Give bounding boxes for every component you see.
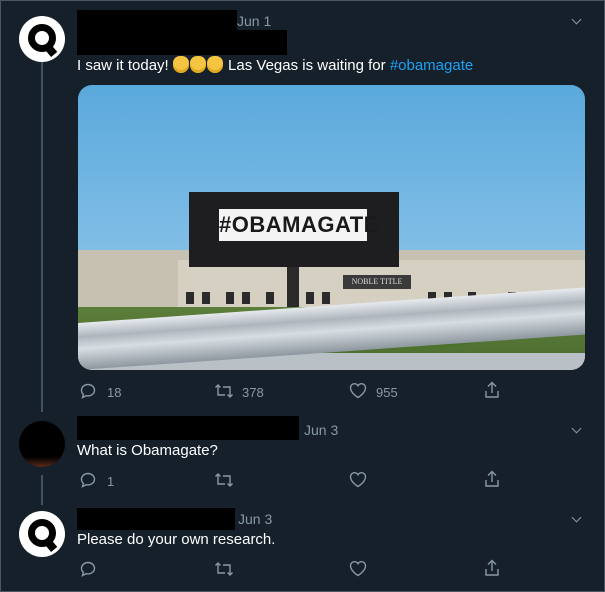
- heart-icon[interactable]: [349, 560, 367, 577]
- avatar[interactable]: [19, 421, 65, 467]
- reply-icon[interactable]: [80, 561, 96, 577]
- share-icon[interactable]: [484, 381, 500, 399]
- heart-icon[interactable]: [349, 382, 367, 399]
- billboard-text: #OBAMAGATE: [219, 209, 378, 241]
- building-sign: NOBLE TITLE: [343, 275, 411, 289]
- tweet-date[interactable]: Jun 3: [238, 511, 272, 527]
- share-icon[interactable]: [484, 470, 500, 488]
- heart-icon[interactable]: [349, 471, 367, 488]
- tweet-text: I saw it today! Las Vegas is waiting for…: [77, 56, 473, 74]
- redacted-handle: [77, 30, 287, 55]
- reply-icon[interactable]: [80, 383, 96, 399]
- tweet-text-part: I saw it today!: [77, 57, 173, 74]
- tweet-text: What is Obamagate?: [77, 442, 218, 459]
- redacted-name: [77, 10, 237, 32]
- tweet-date[interactable]: Jun 1: [237, 13, 271, 29]
- reply-count: 1: [107, 474, 115, 489]
- redacted-name: [77, 416, 299, 440]
- clap-emoji-icon: [172, 56, 189, 73]
- thread-connector: [41, 475, 43, 505]
- clap-emoji-icon: [189, 56, 206, 73]
- tweet-image[interactable]: NOBLE TITLE #OBAMAGATE: [78, 85, 585, 370]
- thread-connector: [41, 62, 43, 412]
- billboard: #OBAMAGATE: [189, 192, 399, 267]
- avatar[interactable]: [19, 511, 65, 557]
- retweet-icon[interactable]: [214, 560, 234, 578]
- retweet-count: 378: [242, 385, 264, 400]
- reply-count: 18: [107, 385, 122, 400]
- retweet-icon[interactable]: [214, 471, 234, 489]
- tweet-text: Please do your own research.: [77, 531, 276, 548]
- clap-emoji-icon: [206, 56, 223, 73]
- tweet-text-part: Las Vegas is waiting for: [223, 57, 390, 74]
- avatar[interactable]: [19, 16, 65, 62]
- redacted-name: [77, 508, 235, 530]
- hashtag-link[interactable]: #obamagate: [390, 57, 473, 74]
- reply-icon[interactable]: [80, 472, 96, 488]
- tweet-date[interactable]: Jun 3: [304, 422, 338, 438]
- retweet-icon[interactable]: [214, 382, 234, 400]
- like-count: 955: [376, 385, 398, 400]
- share-icon[interactable]: [484, 559, 500, 577]
- billboard-pole: [287, 267, 299, 307]
